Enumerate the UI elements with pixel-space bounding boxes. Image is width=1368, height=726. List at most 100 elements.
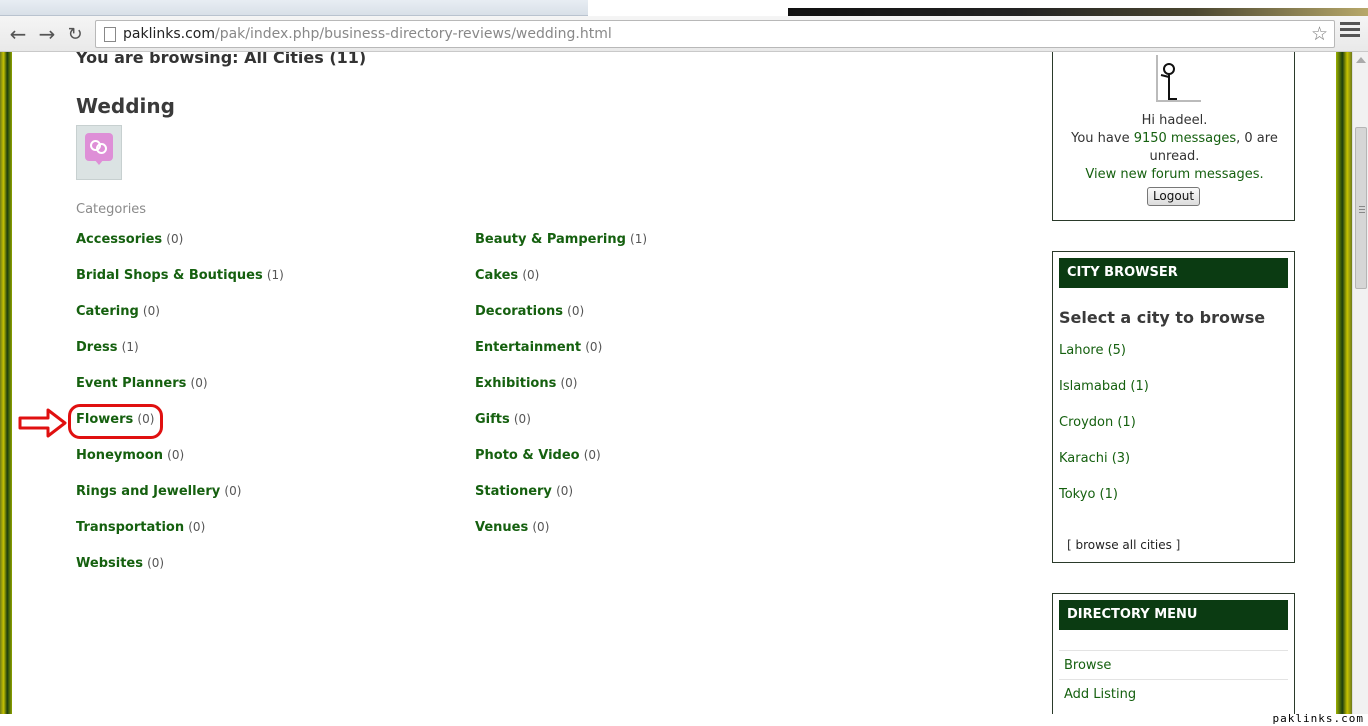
browsing-status: You are browsing: All Cities (11) [76, 52, 367, 67]
category-count: (0) [147, 556, 165, 570]
directory-menu-item[interactable]: Browse [1059, 650, 1288, 679]
bookmark-star-icon[interactable]: ☆ [1311, 23, 1328, 45]
category-count: (0) [560, 376, 578, 390]
category-item: Venues (0) [475, 520, 549, 535]
category-link[interactable]: Bridal Shops & Boutiques [76, 268, 263, 283]
city-link[interactable]: Karachi (3) [1059, 451, 1130, 466]
category-link[interactable]: Catering [76, 304, 139, 319]
category-count: (0) [522, 268, 540, 282]
category-link[interactable]: Accessories [76, 232, 162, 247]
reload-icon[interactable]: ↻ [63, 22, 87, 46]
greeting-text: Hi hadeel. [1141, 113, 1208, 128]
category-link[interactable]: Honeymoon [76, 448, 163, 463]
category-count: (0) [190, 376, 208, 390]
tab-strip [0, 0, 1368, 16]
browser-menu-icon[interactable] [1340, 22, 1360, 40]
page-icon [104, 27, 116, 42]
category-item: Entertainment (0) [475, 340, 602, 355]
category-count: (0) [583, 448, 601, 462]
category-item: Accessories (0) [76, 232, 183, 247]
category-image [76, 125, 122, 180]
forward-arrow-icon[interactable]: → [35, 22, 59, 46]
category-item: Rings and Jewellery (0) [76, 484, 241, 499]
category-item: Honeymoon (0) [76, 448, 184, 463]
footer-strip: paklinks.com [0, 712, 1368, 726]
directory-menu-item[interactable]: Add Listing [1059, 679, 1288, 708]
category-count: (1) [121, 340, 139, 354]
category-item: Photo & Video (0) [475, 448, 601, 463]
address-bar[interactable]: paklinks.com/pak/index.php/business-dire… [95, 20, 1335, 48]
window-titlebar [788, 8, 1368, 16]
category-item: Transportation (0) [76, 520, 205, 535]
city-browser-header: CITY BROWSER [1059, 258, 1288, 288]
wedding-rings-icon [85, 133, 113, 165]
main-content: You are browsing: All Cities (11) Weddin… [12, 52, 1336, 714]
category-link[interactable]: Cakes [475, 268, 518, 283]
category-count: (1) [266, 268, 284, 282]
category-count: (0) [556, 484, 574, 498]
category-link[interactable]: Event Planners [76, 376, 186, 391]
category-item: Cakes (0) [475, 268, 539, 283]
category-count: (0) [513, 412, 531, 426]
category-link[interactable]: Stationery [475, 484, 552, 499]
category-count: (0) [142, 304, 160, 318]
category-link[interactable]: Transportation [76, 520, 184, 535]
category-count: (0) [224, 484, 242, 498]
city-link[interactable]: Tokyo (1) [1059, 487, 1118, 502]
directory-menu-header: DIRECTORY MENU [1059, 600, 1288, 630]
category-link[interactable]: Gifts [475, 412, 510, 427]
city-browser-heading: Select a city to browse [1059, 308, 1266, 327]
category-count: (1) [630, 232, 648, 246]
logout-button[interactable]: Logout [1147, 187, 1200, 206]
category-link[interactable]: Rings and Jewellery [76, 484, 220, 499]
category-item: Dress (1) [76, 340, 139, 355]
category-link[interactable]: Exhibitions [475, 376, 556, 391]
category-link[interactable]: Entertainment [475, 340, 581, 355]
url-text[interactable]: paklinks.com/pak/index.php/business-dire… [123, 26, 612, 42]
vertical-scrollbar[interactable] [1352, 52, 1368, 714]
category-link[interactable]: Venues [475, 520, 528, 535]
browser-toolbar: ← → ↻ paklinks.com/pak/index.php/busines… [0, 16, 1368, 52]
category-item: Websites (0) [76, 556, 164, 571]
category-item: Catering (0) [76, 304, 160, 319]
messages-line: You have 9150 messages, 0 are unread. [1071, 131, 1278, 164]
page-frame-left [0, 52, 12, 714]
browse-all-cities-link[interactable]: browse all cities [1076, 538, 1172, 552]
browse-all-cities: [ browse all cities ] [1067, 538, 1181, 552]
user-greeting: Hi hadeel. You have 9150 messages, 0 are… [1053, 112, 1296, 184]
category-count: (0) [567, 304, 585, 318]
category-count: (0) [585, 340, 603, 354]
highlight-annotation [68, 404, 163, 439]
city-link[interactable]: Islamabad (1) [1059, 379, 1149, 394]
page-viewport: You are browsing: All Cities (11) Weddin… [0, 52, 1352, 714]
category-item: Gifts (0) [475, 412, 531, 427]
category-item: Decorations (0) [475, 304, 584, 319]
category-link[interactable]: Websites [76, 556, 143, 571]
red-arrow-annotation [18, 408, 67, 438]
category-count: (0) [166, 232, 184, 246]
category-link[interactable]: Dress [76, 340, 118, 355]
directory-menu-panel: DIRECTORY MENU Browse Add Listing [1052, 593, 1295, 714]
browser-tab[interactable] [0, 0, 588, 16]
messages-link[interactable]: 9150 messages [1134, 131, 1236, 146]
category-item: Beauty & Pampering (1) [475, 232, 647, 247]
category-link[interactable]: Photo & Video [475, 448, 580, 463]
category-count: (0) [532, 520, 550, 534]
scrollbar-thumb[interactable] [1355, 127, 1367, 289]
watermark: paklinks.com [1272, 712, 1364, 725]
city-browser-panel: CITY BROWSER Select a city to browse Lah… [1052, 251, 1295, 563]
user-panel: Hi hadeel. You have 9150 messages, 0 are… [1052, 52, 1295, 221]
category-count: (0) [167, 448, 185, 462]
forum-messages-link[interactable]: View new forum messages. [1053, 166, 1296, 184]
page-title: Wedding [76, 94, 175, 118]
category-link[interactable]: Beauty & Pampering [475, 232, 626, 247]
back-arrow-icon[interactable]: ← [6, 22, 30, 46]
category-item: Event Planners (0) [76, 376, 208, 391]
category-item: Bridal Shops & Boutiques (1) [76, 268, 284, 283]
city-link[interactable]: Lahore (5) [1059, 343, 1126, 358]
city-link[interactable]: Croydon (1) [1059, 415, 1136, 430]
scroll-up-icon[interactable] [1356, 57, 1366, 63]
page-frame-right [1336, 52, 1352, 714]
category-link[interactable]: Decorations [475, 304, 563, 319]
category-count: (0) [188, 520, 206, 534]
